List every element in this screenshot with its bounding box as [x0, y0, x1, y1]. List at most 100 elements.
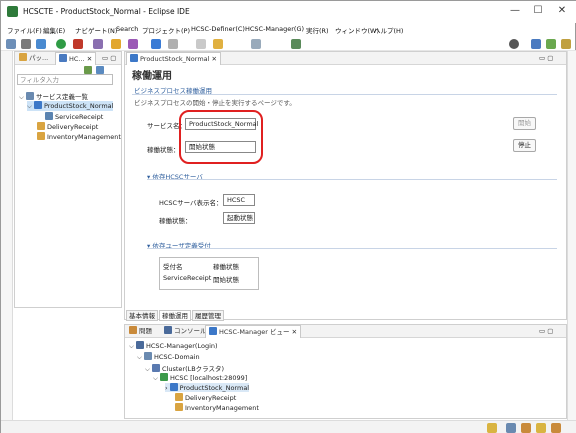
server-name-label: HCSCサーバ表示名： [159, 199, 223, 207]
status-label: 稼働状態： [147, 146, 180, 154]
save-icon[interactable] [21, 39, 31, 49]
problems-icon [129, 326, 137, 334]
search-icon[interactable] [509, 39, 519, 49]
process-icon [130, 54, 138, 62]
app-icon [7, 6, 18, 17]
cluster-icon [152, 364, 160, 372]
menu-search[interactable]: Search [116, 25, 138, 33]
domain-icon [144, 352, 152, 360]
service-icon [175, 403, 183, 411]
menu-project[interactable]: プロジェクト(P) [142, 25, 190, 35]
bottom-view-minimize-button[interactable]: ▭ ▢ [536, 325, 556, 338]
menu-navigate[interactable]: ナビゲート(N) [75, 25, 117, 35]
tab-operation[interactable]: 稼働運用 [159, 310, 191, 321]
status-icon[interactable] [551, 423, 561, 433]
eclipse-window: HCSCTE - ProductStock_Normal - Eclipse I… [0, 0, 576, 433]
new-window-icon[interactable] [291, 39, 301, 49]
service-icon [175, 393, 183, 401]
process-icon [169, 383, 178, 391]
menu-hcsc-manager[interactable]: HCSC-Manager(G) [245, 25, 304, 33]
server-name-field[interactable]: HCSC [223, 194, 255, 206]
stop-icon[interactable] [73, 39, 83, 49]
left-view-tabbar: パッ... HC... ✕ ▭ ▢ [15, 52, 121, 65]
forward-icon[interactable] [213, 39, 223, 49]
divider [147, 248, 557, 249]
window-title: HCSCTE - ProductStock_Normal - Eclipse I… [23, 7, 190, 16]
link-icon[interactable] [96, 66, 105, 74]
status-bar [1, 420, 576, 433]
tab-basic-info[interactable]: 基本情報 [126, 310, 158, 321]
close-button[interactable]: ✕ [553, 4, 571, 18]
menu-hcsc-definer[interactable]: HCSC-Definer(C) [191, 25, 245, 33]
table-cell-receipt-name[interactable]: ServiceReceipt [163, 274, 211, 282]
tab-hcsc-explorer[interactable]: HC... ✕ [55, 52, 97, 65]
editor-tabbar: ProductStock_Normal ✕ ▭ ▢ [125, 52, 566, 65]
bottom-view-tabbar: 問題 コンソール HCSC-Manager ビュー ✕ ▭ ▢ [125, 325, 566, 338]
filter-input[interactable]: フィルタ入力 [17, 74, 113, 85]
status-icon[interactable] [536, 423, 546, 433]
tree-item-inventorymanagement[interactable]: InventoryManagement [37, 132, 121, 141]
table-cell-status[interactable]: 開始状態 [213, 274, 239, 284]
tree-item-hcsc-server[interactable]: ⌵ HCSC [localhost:28099] [153, 373, 247, 383]
run-icon[interactable] [56, 39, 66, 49]
start-button[interactable]: 開始 [513, 117, 536, 130]
receipt-icon [45, 112, 53, 120]
highlight-box [179, 110, 263, 164]
nav-icon[interactable] [251, 39, 261, 49]
debug-icon[interactable] [36, 39, 46, 49]
view-minimize-button[interactable]: ▭ ▢ [99, 52, 119, 65]
section-description: ビジネスプロセスの開始・停止を実行するページです。 [134, 99, 296, 107]
menu-help[interactable]: ヘルプ(H) [374, 25, 403, 35]
editor-minimize-button[interactable]: ▭ ▢ [536, 52, 556, 65]
open-folder-icon[interactable] [111, 39, 121, 49]
tree-item-productstock[interactable]: ⌵ ProductStock_Normal [27, 101, 114, 111]
console-icon [164, 326, 172, 334]
process-icon [34, 101, 42, 109]
minimize-button[interactable]: — [506, 4, 524, 18]
menu-edit[interactable]: 編集(E) [43, 25, 65, 35]
left-view: パッ... HC... ✕ ▭ ▢ [14, 51, 122, 308]
tip-icon[interactable] [487, 423, 497, 433]
status-icon[interactable] [506, 423, 516, 433]
hcsc-perspective-icon[interactable] [561, 39, 571, 49]
tab-history[interactable]: 履歴管理 [192, 310, 224, 321]
tab-hcsc-manager-view[interactable]: HCSC-Manager ビュー ✕ [205, 325, 302, 338]
hcsc-icon [59, 54, 67, 62]
divider [132, 94, 557, 95]
tree-item-productstock-deployed[interactable]: › ProductStock_Normal [165, 383, 250, 392]
collapse-icon[interactable] [84, 66, 92, 74]
menu-run[interactable]: 実行(R) [306, 25, 329, 35]
maximize-button[interactable]: ☐ [529, 4, 547, 18]
menu-bar: ファイル(F) 編集(E) ナビゲート(N) Search プロジェクト(P) … [1, 23, 576, 37]
new-icon[interactable] [6, 39, 16, 49]
java-perspective-icon[interactable] [546, 39, 556, 49]
tab-console[interactable]: コンソール [161, 325, 210, 338]
tree-item-servicereceipt[interactable]: ServiceReceipt [45, 112, 103, 121]
menu-window[interactable]: ウィンドウ(W) [335, 25, 379, 35]
perspective-icon[interactable] [531, 39, 541, 49]
right-trim [567, 51, 576, 421]
tree-item-deliveryreceipt[interactable]: DeliveryReceipt [37, 122, 98, 131]
open-type-icon[interactable] [151, 39, 161, 49]
hcsc-icon [209, 327, 217, 335]
menu-file[interactable]: ファイル(F) [7, 25, 42, 35]
tree-item-manager-login[interactable]: ⌵ HCSC-Manager(Login) [129, 341, 218, 351]
annotation-icon[interactable] [168, 39, 178, 49]
status-icon[interactable] [521, 423, 531, 433]
pen-icon[interactable] [128, 39, 138, 49]
editor-tab-productstock[interactable]: ProductStock_Normal ✕ [126, 52, 221, 65]
tab-package-explorer[interactable]: パッ... [16, 52, 51, 65]
editor-title: 稼働運用 [132, 71, 172, 82]
server-status-field[interactable]: 起動状態 [223, 212, 255, 224]
server-status-label: 稼働状態： [159, 217, 192, 225]
back-icon[interactable] [196, 39, 206, 49]
server-icon [160, 373, 168, 381]
tab-problems[interactable]: 問題 [126, 325, 155, 338]
tree-item-deliveryreceipt-deployed[interactable]: DeliveryReceipt [175, 393, 236, 402]
stop-button[interactable]: 停止 [513, 139, 536, 152]
package-icon [19, 53, 27, 61]
divider [147, 179, 557, 180]
tree-item-inventorymanagement-deployed[interactable]: InventoryManagement [175, 403, 259, 412]
tree-item-domain[interactable]: ⌵ HCSC-Domain [137, 352, 200, 362]
external-tools-icon[interactable] [93, 39, 103, 49]
